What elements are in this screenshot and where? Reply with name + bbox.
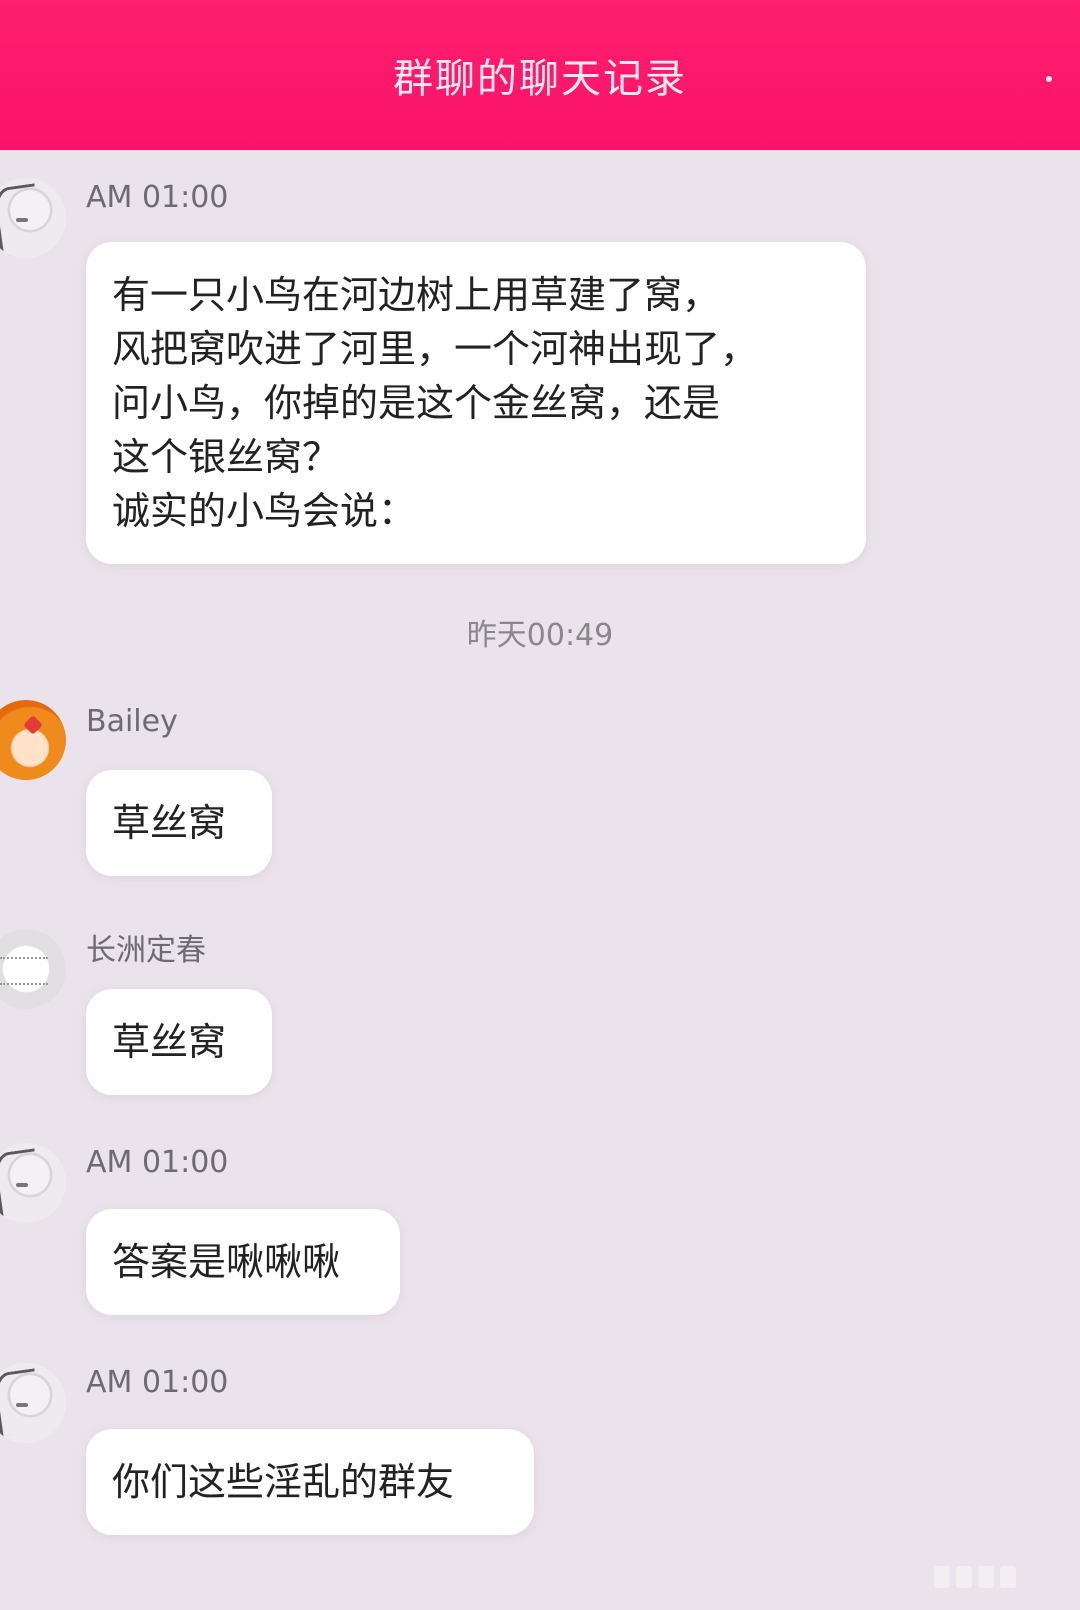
orange-hair-avatar[interactable]	[0, 700, 66, 780]
chat-timestamp: 昨天00:49	[466, 618, 614, 653]
message-bubble[interactable]: 答案是啾啾啾	[86, 1209, 400, 1315]
message-sender: AM 01:00	[86, 1145, 229, 1180]
watermark-block	[956, 1566, 972, 1588]
message-bubble[interactable]: 你们这些淫乱的群友	[86, 1429, 534, 1535]
message-bubble[interactable]: 有一只小鸟在河边树上用草建了窝， 风把窝吹进了河里，一个河神出现了， 问小鸟，你…	[86, 242, 866, 564]
message-sender: 长洲定春	[86, 933, 206, 968]
title-bar: 群聊的聊天记录	[0, 0, 1080, 150]
message-sender: Bailey	[86, 704, 178, 739]
sketch-girl-avatar[interactable]	[0, 178, 66, 258]
chat-screen: 群聊的聊天记录 AM 01:00 有一只小鸟在河边树上用草建了窝， 风把窝吹进了…	[0, 0, 1080, 1610]
watermark-block	[978, 1566, 994, 1588]
message-sender: AM 01:00	[86, 180, 229, 215]
message-bubble[interactable]: 草丝窝	[86, 989, 272, 1095]
message-bubble[interactable]: 草丝窝	[86, 770, 272, 876]
chat-title: 群聊的聊天记录	[393, 56, 687, 102]
message-sender: AM 01:00	[86, 1365, 229, 1400]
more-options-icon[interactable]	[1046, 76, 1052, 82]
message-list[interactable]: AM 01:00 有一只小鸟在河边树上用草建了窝， 风把窝吹进了河里，一个河神出…	[0, 150, 1080, 1610]
watermark	[934, 1562, 1044, 1592]
watermark-block	[934, 1566, 950, 1588]
watermark-block	[1000, 1566, 1016, 1588]
sketch-girl-avatar[interactable]	[0, 1143, 66, 1223]
white-fluffy-avatar[interactable]	[0, 929, 66, 1009]
sketch-girl-avatar[interactable]	[0, 1363, 66, 1443]
